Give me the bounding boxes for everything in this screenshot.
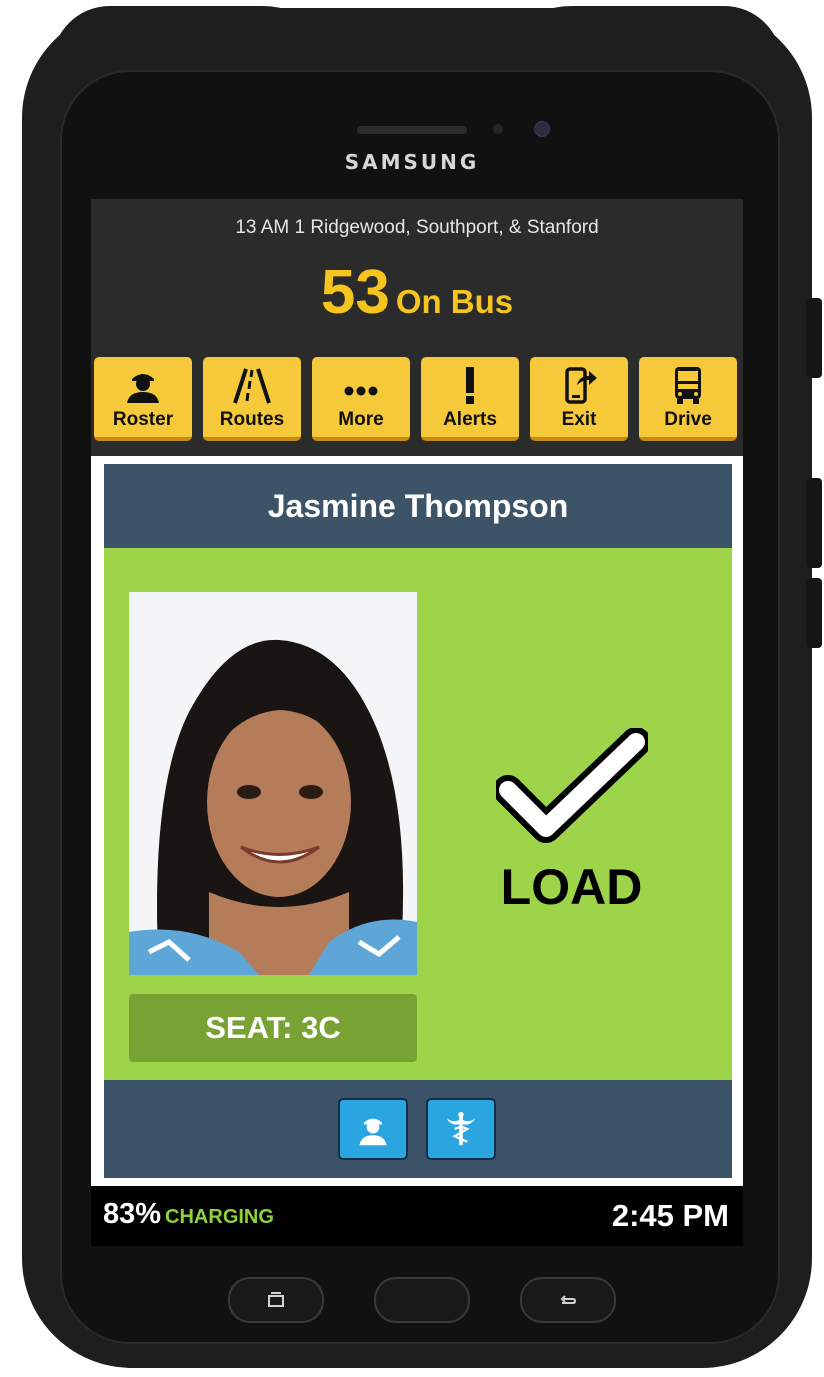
on-bus-label: On Bus [395,283,514,320]
bus-icon [675,367,701,404]
roster-label: Roster [112,409,174,430]
status-panel: SEAT: 3C LOAD [104,548,732,1080]
battery-level: 83% [103,1198,162,1230]
front-camera [534,121,550,137]
seat-assignment: SEAT: 3C [129,994,417,1062]
person-icon [127,374,159,403]
exclamation-icon [466,367,474,404]
back-key[interactable] [520,1277,616,1323]
side-button[interactable] [806,578,822,648]
student-profile-button[interactable] [338,1098,408,1160]
routes-label: Routes [219,409,285,430]
proximity-sensor [493,124,503,134]
back-icon [560,1295,577,1304]
app-screen: 13 AM 1 Ridgewood, Southport, & Stanford… [91,199,743,1246]
road-icon [233,368,271,404]
checkmark-icon [496,728,648,843]
route-name: 13 AM 1 Ridgewood, Southport, & Stanford [235,217,599,238]
alerts-label: Alerts [443,409,497,430]
recent-apps-icon [268,1292,284,1307]
more-button[interactable]: More [312,357,410,441]
speaker-grille [357,126,467,134]
exit-button[interactable]: Exit [530,357,628,441]
routes-button[interactable]: Routes [203,357,301,441]
battery-status: 83% CHARGING [103,1198,274,1231]
student-photo [129,592,417,975]
status-bar: 83% CHARGING 2:45 PM [91,1186,743,1246]
drive-label: Drive [664,409,712,430]
more-label: More [338,409,384,430]
more-dots-icon [344,386,378,396]
student-card: Jasmine Thompson SEAT: 3C LOAD [91,456,743,1186]
charging-indicator: CHARGING [165,1206,274,1228]
roster-button[interactable]: Roster [94,357,192,441]
medical-info-button[interactable] [426,1098,496,1160]
recent-apps-key[interactable] [228,1277,324,1323]
side-button[interactable] [806,298,822,378]
exit-label: Exit [561,409,597,430]
phone-exit-icon [565,367,597,404]
student-name: Jasmine Thompson [104,464,732,548]
home-key[interactable] [374,1277,470,1323]
on-bus-counter: 53 On Bus [91,257,743,328]
card-actions [104,1080,732,1178]
toolbar: Roster Routes More Alerts Exit Drive [94,357,740,445]
clock: 2:45 PM [611,1198,729,1233]
on-bus-count: 53 [320,258,390,327]
drive-button[interactable]: Drive [639,357,737,441]
brand-logo: SAMSUNG [344,150,480,174]
alerts-button[interactable]: Alerts [421,357,519,441]
load-status: LOAD [500,859,643,915]
medical-caduceus-icon [446,1111,476,1146]
student-profile-icon [359,1118,387,1146]
side-button[interactable] [806,478,822,568]
